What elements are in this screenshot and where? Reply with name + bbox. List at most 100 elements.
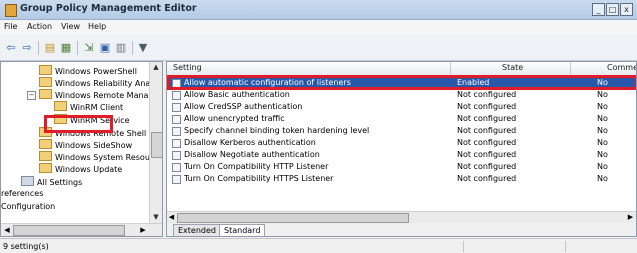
table-row[interactable]: Specify channel binding token hardening … [167, 125, 636, 136]
setting-name: Allow unencrypted traffic [184, 114, 285, 123]
setting-state: Not configured [457, 174, 517, 183]
selected-row-highlight [167, 75, 636, 90]
tree-item-windows-system-resource[interactable]: Windows System Resourc [39, 151, 157, 163]
help-icon[interactable]: ▣ [98, 41, 112, 54]
scroll-down-icon[interactable]: ▼ [151, 212, 161, 222]
tree-horizontal-scrollbar[interactable]: ◀ ▶ [1, 223, 162, 236]
column-comment[interactable]: Comment [607, 63, 636, 72]
tree-vertical-scrollbar[interactable]: ▲ ▼ [149, 62, 162, 223]
setting-state: Not configured [457, 90, 517, 99]
minimize-button[interactable]: _ [592, 3, 605, 16]
folder-icon [39, 151, 52, 161]
folder-icon [39, 77, 52, 87]
scroll-up-icon[interactable]: ▲ [151, 62, 161, 72]
table-row[interactable]: Allow CredSSP authentication Not configur… [167, 101, 636, 112]
setting-name: Disallow Negotiate authentication [184, 150, 320, 159]
view-tabs: Extended Standard [167, 223, 636, 236]
policy-setting-icon [172, 139, 181, 148]
status-text: 9 setting(s) [3, 242, 49, 251]
tree-item-configuration[interactable]: Configuration [1, 201, 55, 213]
tab-standard[interactable]: Standard [219, 224, 266, 236]
properties-icon[interactable]: ▥ [114, 41, 128, 54]
forward-arrow-icon[interactable]: ⇨ [20, 41, 34, 54]
maximize-button[interactable]: □ [606, 3, 619, 16]
export-list-icon[interactable]: ⇲ [82, 41, 96, 54]
menu-help[interactable]: Help [88, 22, 106, 31]
menu-bar: File Action View Help [0, 20, 637, 35]
column-setting[interactable]: Setting [173, 63, 202, 72]
policy-setting-icon [172, 127, 181, 136]
gpme-app-icon [5, 4, 17, 17]
menu-view[interactable]: View [61, 22, 80, 31]
setting-comment: No [597, 102, 608, 111]
tree-item-windows-remote-management[interactable]: Windows Remote Manage [39, 89, 158, 101]
menu-action[interactable]: Action [27, 22, 52, 31]
table-row[interactable]: Turn On Compatibility HTTPS Listener Not … [167, 173, 636, 184]
scroll-right-icon[interactable]: ▶ [138, 225, 148, 235]
back-arrow-icon[interactable]: ⇦ [4, 41, 18, 54]
policy-setting-icon [172, 151, 181, 160]
setting-comment: No [597, 114, 608, 123]
policy-setting-icon [172, 103, 181, 112]
table-row[interactable]: Turn On Compatibility HTTP Listener Not c… [167, 161, 636, 172]
setting-state: Not configured [457, 162, 517, 171]
folder-icon [39, 65, 52, 75]
scroll-left-icon[interactable]: ◀ [167, 212, 176, 222]
folder-icon [39, 89, 52, 99]
tab-extended[interactable]: Extended [173, 224, 221, 236]
all-settings-icon [21, 176, 34, 186]
list-header: Setting State Comment [167, 62, 636, 76]
scroll-right-icon[interactable]: ▶ [626, 212, 635, 222]
policy-setting-icon [172, 163, 181, 172]
tree-item-windows-sideshow[interactable]: Windows SideShow [39, 139, 132, 151]
up-folder-icon[interactable]: ▤ [43, 41, 57, 54]
tree-item-winrm-client[interactable]: WinRM Client [54, 101, 123, 113]
setting-name: Allow CredSSP authentication [184, 102, 303, 111]
window-title: Group Policy Management Editor [20, 3, 197, 14]
column-state[interactable]: State [502, 63, 523, 72]
table-row[interactable]: Disallow Kerberos authentication Not conf… [167, 137, 636, 148]
setting-comment: No [597, 138, 608, 147]
table-row[interactable]: Disallow Negotiate authentication Not con… [167, 149, 636, 160]
setting-comment: No [597, 126, 608, 135]
folder-icon [54, 101, 67, 111]
scroll-thumb[interactable] [177, 213, 409, 223]
setting-name: Turn On Compatibility HTTPS Listener [184, 174, 334, 183]
toolbar: ⇦ ⇨ ▤ ▦ ⇲ ▣ ▥ ▼ [0, 36, 637, 61]
close-button[interactable]: x [620, 3, 633, 16]
status-bar: 9 setting(s) [0, 238, 637, 253]
scroll-thumb[interactable] [151, 132, 162, 158]
setting-name: Specify channel binding token hardening … [184, 126, 370, 135]
title-bar[interactable]: Group Policy Management Editor _ □ x [0, 0, 637, 20]
tree-item-windows-update[interactable]: Windows Update [39, 163, 122, 175]
folder-icon [39, 139, 52, 149]
tree-item-all-settings[interactable]: All Settings [21, 176, 82, 188]
navigation-tree: Windows PowerShell Windows Reliability A… [0, 61, 163, 237]
policy-setting-icon [172, 175, 181, 184]
setting-comment: No [597, 90, 608, 99]
settings-list-pane: Setting State Comment Allow automatic co… [166, 61, 637, 237]
scroll-left-icon[interactable]: ◀ [2, 225, 12, 235]
tree-item-windows-reliability[interactable]: Windows Reliability Analy [39, 77, 157, 89]
policy-setting-icon [172, 91, 181, 100]
scroll-thumb[interactable] [13, 225, 125, 236]
setting-state: Not configured [457, 138, 517, 147]
tree-item-preferences[interactable]: references [1, 188, 43, 200]
tree-item-windows-powershell[interactable]: Windows PowerShell [39, 65, 137, 77]
setting-state: Not configured [457, 102, 517, 111]
setting-comment: No [597, 162, 608, 171]
setting-state: Not configured [457, 114, 517, 123]
filter-icon[interactable]: ▼ [136, 41, 150, 54]
menu-file[interactable]: File [4, 22, 17, 31]
table-row[interactable]: Allow Basic authentication Not configured… [167, 89, 636, 100]
list-horizontal-scrollbar[interactable]: ◀ ▶ [167, 211, 636, 223]
setting-comment: No [597, 150, 608, 159]
setting-state: Not configured [457, 126, 517, 135]
gpme-window: Group Policy Management Editor _ □ x Fil… [0, 0, 637, 253]
table-row[interactable]: Allow unencrypted traffic Not configured N… [167, 113, 636, 124]
setting-state: Not configured [457, 150, 517, 159]
collapse-expander[interactable]: − [27, 91, 36, 100]
setting-name: Turn On Compatibility HTTP Listener [184, 162, 329, 171]
show-hide-tree-icon[interactable]: ▦ [59, 41, 73, 54]
setting-name: Allow Basic authentication [184, 90, 290, 99]
